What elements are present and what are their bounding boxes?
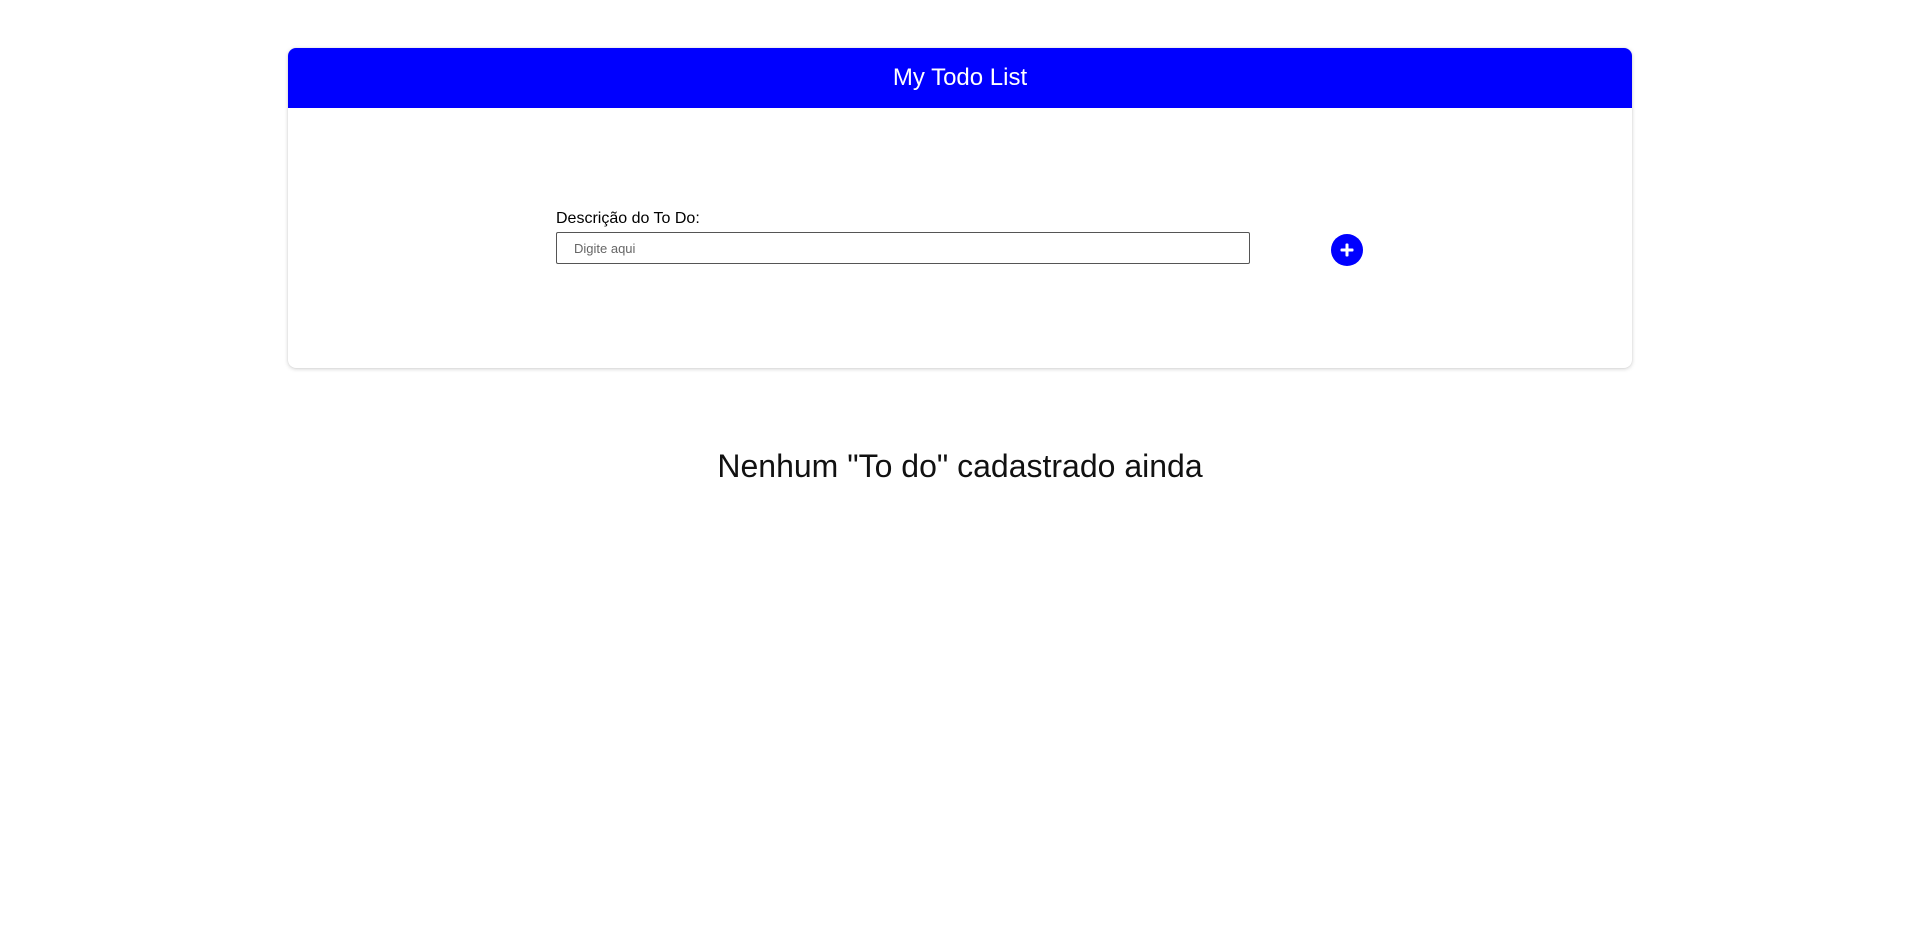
empty-list-message: Nenhum "To do" cadastrado ainda [717,448,1203,484]
plus-icon [1340,243,1354,257]
page-title: My Todo List [892,64,1028,91]
add-todo-button[interactable] [1331,234,1363,266]
todo-form: Descrição do To Do: [556,210,1361,264]
todo-card: My Todo List Descrição do To Do: [288,48,1632,368]
description-label: Descrição do To Do: [556,210,700,227]
description-input[interactable] [556,232,1250,264]
card-header: My Todo List [288,48,1632,108]
